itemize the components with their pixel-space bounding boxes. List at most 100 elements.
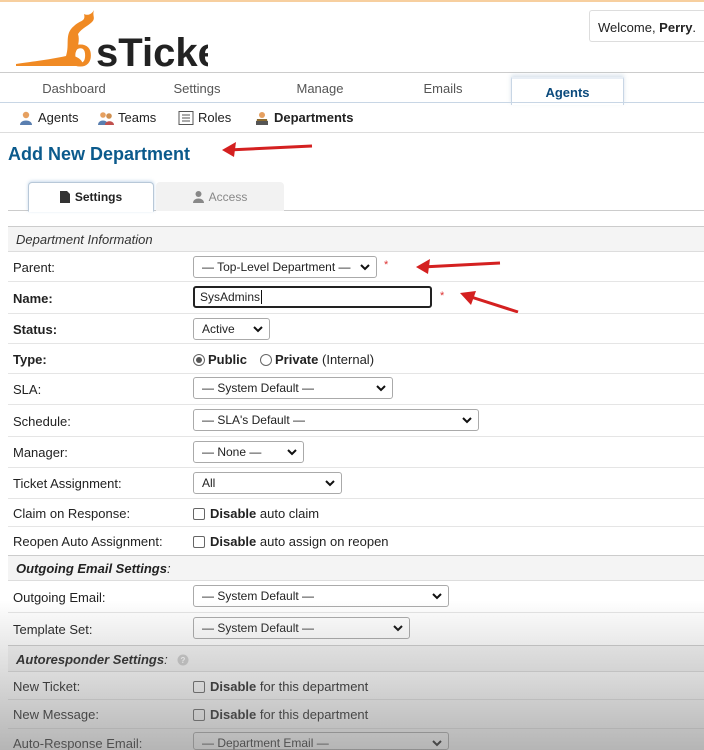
sla-select[interactable]: — System Default — bbox=[193, 377, 393, 399]
template-set-select[interactable]: — System Default — bbox=[193, 617, 410, 639]
claim-rest-text: auto claim bbox=[259, 506, 320, 521]
type-internal-note: (Internal) bbox=[322, 352, 375, 367]
chevron-down-icon bbox=[432, 740, 442, 747]
parent-value: — Top-Level Department — bbox=[202, 260, 351, 274]
type-private-radio[interactable] bbox=[260, 354, 272, 366]
chevron-down-icon bbox=[253, 326, 263, 333]
schedule-label: Schedule: bbox=[13, 414, 71, 429]
welcome-prefix: Welcome, bbox=[598, 20, 660, 35]
outgoing-email-select[interactable]: — System Default — bbox=[193, 585, 449, 607]
autoresponder-section-colon: : bbox=[164, 652, 168, 667]
subnav-departments[interactable]: Departments bbox=[254, 110, 353, 125]
claim-on-response-option[interactable]: Disable auto claim bbox=[193, 506, 319, 521]
annotation-arrow-title-icon bbox=[222, 142, 313, 157]
autoresponder-section-title: Autoresponder Settings bbox=[16, 652, 165, 667]
ticket-assignment-select[interactable]: All bbox=[193, 472, 342, 494]
chevron-down-icon bbox=[325, 480, 335, 487]
section-department-information: Department Information bbox=[8, 226, 704, 252]
tab-dept-settings-label: Settings bbox=[74, 190, 123, 204]
status-select[interactable]: Active bbox=[193, 318, 270, 340]
welcome-suffix: . bbox=[692, 20, 697, 35]
tab-agents[interactable]: Agents bbox=[511, 77, 624, 105]
new-ticket-rest-text: for this department bbox=[259, 679, 369, 694]
teams-icon bbox=[98, 111, 114, 125]
type-label: Type: bbox=[13, 352, 47, 367]
reopen-auto-option[interactable]: Disable auto assign on reopen bbox=[193, 534, 389, 549]
help-icon[interactable]: ? bbox=[177, 654, 189, 666]
reopen-disable-text: Disable bbox=[210, 534, 257, 549]
status-label: Status: bbox=[13, 322, 58, 337]
section-outgoing-email-settings: Outgoing Email Settings: bbox=[8, 555, 704, 581]
agent-icon bbox=[20, 111, 32, 125]
reopen-rest-text: auto assign on reopen bbox=[259, 534, 389, 549]
type-public-option[interactable]: Public bbox=[193, 352, 247, 367]
row-status: Status: bbox=[8, 314, 704, 344]
new-message-rest-text: for this department bbox=[259, 707, 369, 722]
row-manager: Manager: bbox=[8, 437, 704, 468]
template-set-label: Template Set: bbox=[13, 622, 93, 637]
chevron-down-icon bbox=[393, 625, 403, 632]
tab-dept-access[interactable]: Access bbox=[156, 182, 284, 211]
svg-text:?: ? bbox=[181, 656, 186, 665]
new-ticket-checkbox[interactable] bbox=[193, 681, 205, 693]
departments-icon bbox=[256, 111, 268, 125]
subnav-departments-label: Departments bbox=[274, 110, 354, 125]
kangaroo-logo-icon: o sTicket bbox=[16, 10, 233, 75]
roles-icon bbox=[178, 110, 194, 125]
chevron-down-icon bbox=[287, 449, 297, 456]
tab-emails[interactable]: Emails bbox=[383, 81, 503, 96]
ticket-assignment-value: All bbox=[202, 476, 216, 490]
svg-text:sTicket: sTicket bbox=[96, 31, 208, 70]
auto-response-email-value: — Department Email — bbox=[202, 736, 329, 750]
tab-dashboard[interactable]: Dashboard bbox=[14, 81, 134, 96]
new-message-disable-text: Disable bbox=[210, 707, 257, 722]
user-icon bbox=[192, 190, 204, 203]
page-title: Add New Department bbox=[8, 144, 191, 164]
tab-dept-settings[interactable]: Settings bbox=[28, 182, 154, 212]
sla-value: — System Default — bbox=[202, 381, 315, 395]
chevron-down-icon bbox=[432, 593, 442, 600]
tab-dept-access-label: Access bbox=[208, 189, 248, 204]
auto-response-email-label: Auto-Response Email: bbox=[13, 736, 143, 750]
tab-settings[interactable]: Settings bbox=[137, 81, 257, 96]
new-ticket-disable-text: Disable bbox=[210, 679, 257, 694]
parent-required-mark: * bbox=[384, 259, 389, 271]
new-message-option[interactable]: Disable for this department bbox=[193, 707, 368, 722]
manager-label: Manager: bbox=[13, 445, 68, 460]
chevron-down-icon bbox=[360, 264, 370, 271]
ticket-assignment-label: Ticket Assignment: bbox=[13, 476, 122, 491]
reopen-auto-checkbox[interactable] bbox=[193, 536, 205, 548]
name-value: SysAdmins bbox=[200, 290, 261, 304]
subnav-teams[interactable]: Teams bbox=[98, 110, 156, 125]
manager-value: — None — bbox=[202, 445, 262, 459]
type-public-radio[interactable] bbox=[193, 354, 205, 366]
claim-on-response-checkbox[interactable] bbox=[193, 508, 205, 520]
form-tabs: Settings Access bbox=[8, 180, 704, 212]
text-cursor bbox=[261, 290, 263, 304]
outgoing-section-colon: : bbox=[166, 561, 171, 576]
svg-text:o: o bbox=[68, 31, 92, 70]
chevron-down-icon bbox=[462, 417, 472, 424]
file-icon bbox=[59, 191, 70, 203]
new-message-checkbox[interactable] bbox=[193, 709, 205, 721]
subnav-roles[interactable]: Roles bbox=[178, 110, 231, 125]
section-autoresponder-settings: Autoresponder Settings: ? bbox=[8, 645, 704, 672]
auto-response-email-select[interactable]: — Department Email — bbox=[193, 732, 449, 750]
manager-select[interactable]: — None — bbox=[193, 441, 304, 463]
outgoing-email-label: Outgoing Email: bbox=[13, 590, 106, 605]
row-claim-on-response: Claim on Response: bbox=[8, 499, 704, 527]
new-ticket-option[interactable]: Disable for this department bbox=[193, 679, 368, 694]
subnav-agents-label: Agents bbox=[38, 110, 79, 125]
name-label: Name: bbox=[13, 291, 53, 306]
subnav-teams-label: Teams bbox=[118, 110, 157, 125]
tab-manage[interactable]: Manage bbox=[260, 81, 380, 96]
schedule-select[interactable]: — SLA's Default — bbox=[193, 409, 479, 431]
type-private-option[interactable]: Private (Internal) bbox=[260, 352, 374, 367]
name-input[interactable]: SysAdmins bbox=[193, 286, 432, 308]
outgoing-section-title: Outgoing Email Settings bbox=[16, 561, 167, 576]
welcome-user[interactable]: Perry bbox=[659, 20, 692, 35]
osticket-logo[interactable]: o sTicket bbox=[8, 4, 233, 75]
parent-select[interactable]: — Top-Level Department — bbox=[193, 256, 377, 278]
chevron-down-icon bbox=[376, 385, 386, 392]
subnav-agents[interactable]: Agents bbox=[18, 110, 78, 125]
